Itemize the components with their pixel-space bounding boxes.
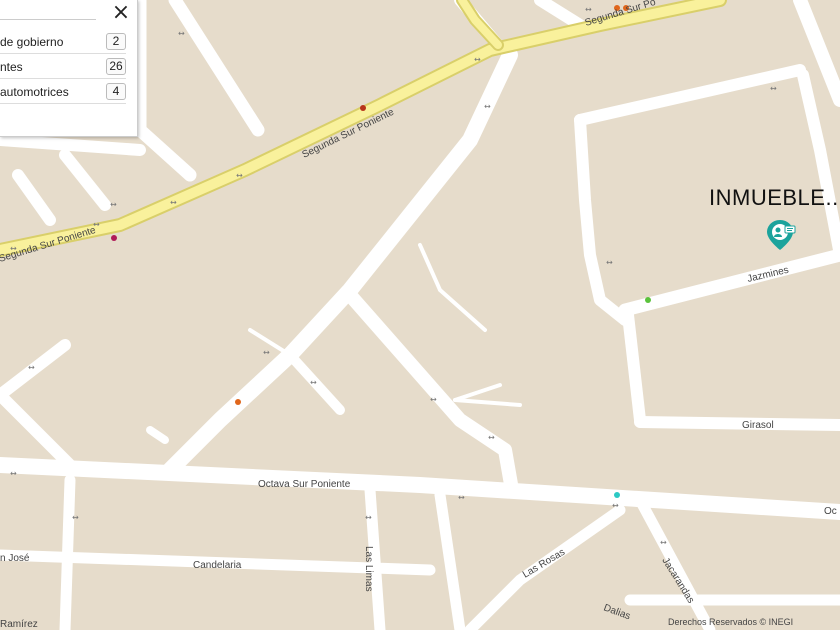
svg-text:↔: ↔ [10, 469, 17, 478]
svg-text:↔: ↔ [236, 171, 243, 180]
svg-text:↔: ↔ [110, 200, 117, 209]
svg-text:↔: ↔ [585, 5, 592, 14]
category-count-badge: 4 [106, 83, 126, 100]
panel-divider [0, 19, 96, 20]
label-candelaria: Candelaria [193, 560, 242, 571]
svg-text:↔: ↔ [430, 395, 437, 404]
svg-text:↔: ↔ [488, 433, 495, 442]
category-label: automotrices [0, 85, 69, 99]
svg-text:↔: ↔ [606, 258, 613, 267]
category-label: de gobierno [0, 35, 64, 49]
label-octava-right: Oc [824, 506, 837, 517]
category-count-badge: 2 [106, 33, 126, 50]
category-label: ntes [0, 60, 23, 74]
svg-text:↔: ↔ [660, 538, 667, 547]
svg-text:↔: ↔ [28, 363, 35, 372]
svg-text:↔: ↔ [310, 378, 317, 387]
label-octava-sur-poniente: Octava Sur Poniente [258, 479, 351, 490]
label-las-limas: Las Limas [363, 546, 374, 592]
label-san-jose: n José [0, 553, 30, 564]
map-title: INMUEBLE.. [709, 185, 839, 210]
svg-text:↔: ↔ [458, 493, 465, 502]
svg-text:↔: ↔ [170, 198, 177, 207]
category-row-automotrices[interactable]: automotrices 4 [0, 81, 126, 104]
svg-text:↔: ↔ [612, 501, 619, 510]
category-row-gobierno[interactable]: de gobierno 2 [0, 31, 126, 54]
category-row-ntes[interactable]: ntes 26 [0, 56, 126, 79]
svg-text:↔: ↔ [263, 348, 270, 357]
close-icon[interactable]: × [110, 2, 132, 24]
map-credit: Derechos Reservados © INEGI [668, 617, 794, 627]
property-marker-icon[interactable] [766, 218, 802, 258]
svg-text:↔: ↔ [178, 29, 185, 38]
svg-text:↔: ↔ [474, 55, 481, 64]
svg-text:↔: ↔ [365, 513, 372, 522]
svg-text:↔: ↔ [770, 84, 777, 93]
svg-text:↔: ↔ [484, 102, 491, 111]
label-girasol: Girasol [742, 420, 774, 431]
category-count-badge: 26 [106, 58, 126, 75]
svg-text:↔: ↔ [72, 513, 79, 522]
poi-category-panel: × de gobierno 2 ntes 26 automotrices 4 [0, 0, 138, 137]
label-ramirez: Ramírez [0, 619, 38, 630]
